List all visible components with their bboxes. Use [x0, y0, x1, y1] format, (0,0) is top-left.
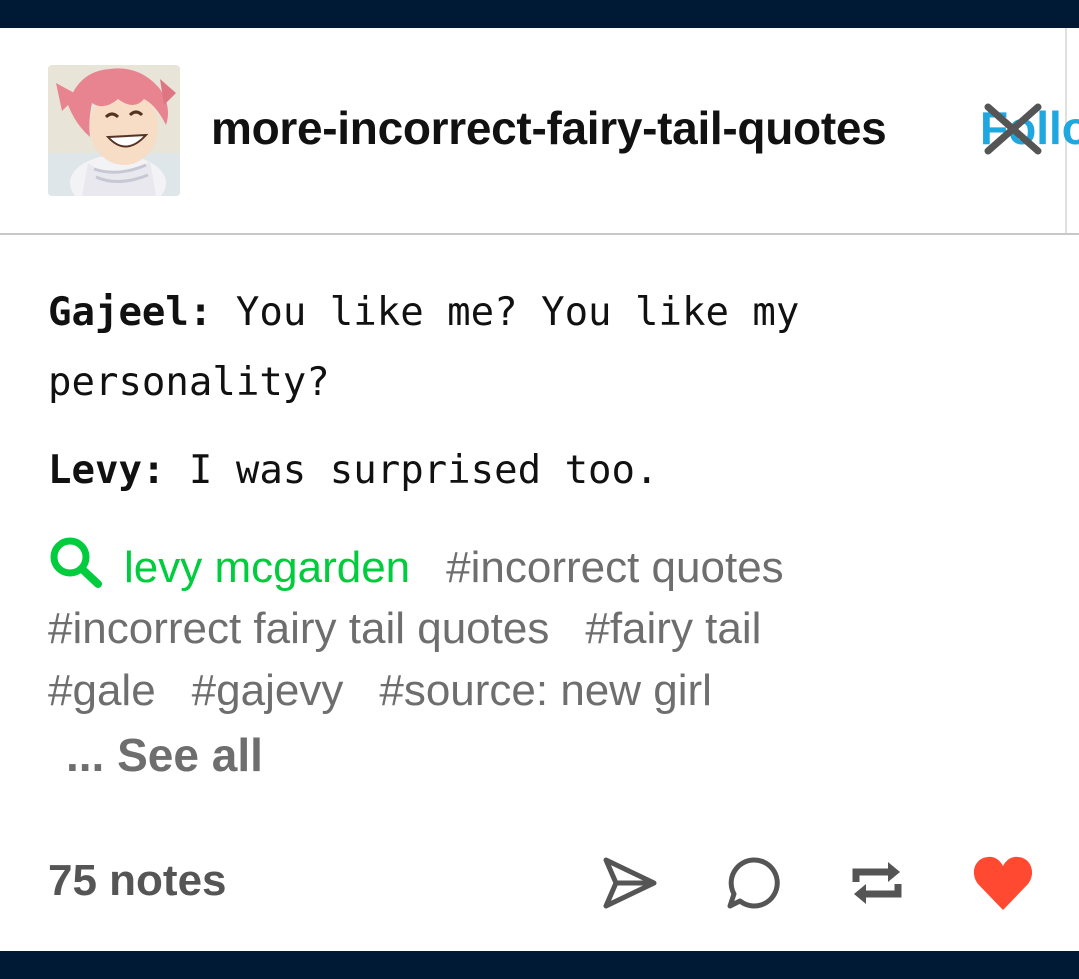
quote-line: Levy: I was surprised too. [48, 436, 659, 506]
tag[interactable]: #fairy tail [585, 604, 761, 653]
reply-icon[interactable] [722, 852, 784, 914]
close-icon[interactable] [982, 101, 1044, 157]
tag[interactable]: #incorrect fairy tail quotes [48, 604, 549, 653]
quote-text: I was surprised too. [165, 448, 659, 493]
quote-line: Gajeel: You like me? You like my [48, 278, 799, 348]
tag[interactable]: #source: new girl [379, 666, 712, 715]
quote-text: You like me? You like my [212, 290, 800, 335]
bottom-navigation-bar [0, 951, 1079, 979]
search-tag[interactable]: levy mcgarden [124, 543, 410, 592]
see-all-tags-link[interactable]: ... See all [66, 728, 263, 782]
avatar[interactable] [48, 65, 180, 196]
speaker-name: Levy: [48, 448, 166, 493]
reblog-icon[interactable] [846, 852, 908, 914]
notes-count[interactable]: 75 notes [48, 856, 227, 906]
tag[interactable]: #incorrect quotes [446, 543, 784, 592]
speaker-name: Gajeel: [48, 290, 213, 335]
top-navigation-bar [0, 0, 1079, 28]
blog-name[interactable]: more-incorrect-fairy-tail-quotes [211, 101, 887, 155]
share-icon[interactable] [598, 852, 660, 914]
heart-icon[interactable] [972, 854, 1034, 912]
quote-text: personality? [48, 360, 330, 405]
tag-list: levy mcgarden #incorrect quotes #incorrec… [48, 536, 1048, 722]
search-icon [50, 537, 102, 588]
tag[interactable]: #gale [48, 666, 156, 715]
quote-line: personality? [48, 348, 330, 418]
tag[interactable]: #gajevy [192, 666, 344, 715]
